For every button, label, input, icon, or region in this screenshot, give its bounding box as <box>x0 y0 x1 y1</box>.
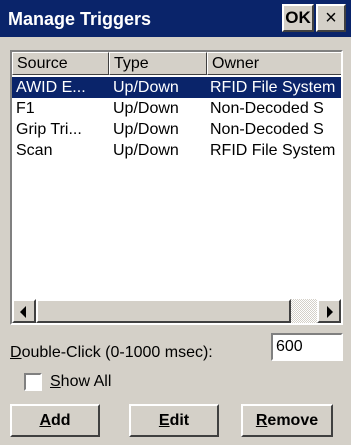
remove-label: emove <box>267 411 319 429</box>
double-click-label: Double-Click (0-1000 msec): <box>10 343 213 363</box>
arrow-left-icon <box>20 306 26 318</box>
column-header-type[interactable]: Type <box>109 52 207 75</box>
cell-type: Up/Down <box>113 79 179 96</box>
horizontal-scrollbar[interactable] <box>12 299 341 323</box>
cell-type: Up/Down <box>113 100 179 117</box>
cell-source: Scan <box>16 142 53 159</box>
scroll-track[interactable] <box>291 299 317 323</box>
arrow-right-icon <box>327 306 333 318</box>
list-row[interactable]: Scan Up/Down RFID File System <box>12 140 341 161</box>
edit-button[interactable]: Edit <box>129 404 219 437</box>
edit-hotkey: E <box>158 411 170 429</box>
double-click-label-text: ouble-Click (0-1000 msec): <box>21 344 213 361</box>
scroll-thumb[interactable] <box>36 299 291 323</box>
show-all-checkbox[interactable] <box>24 373 42 391</box>
scroll-right-button[interactable] <box>317 299 341 323</box>
show-all-label-text: how All <box>60 373 112 390</box>
cell-type: Up/Down <box>113 121 179 138</box>
double-click-hotkey: D <box>10 344 22 361</box>
double-click-input[interactable] <box>271 333 343 361</box>
column-header-source[interactable]: Source <box>12 52 109 75</box>
cell-owner: RFID File System <box>210 142 336 159</box>
scroll-left-button[interactable] <box>12 299 36 323</box>
edit-label: dit <box>169 411 190 429</box>
cell-source: Grip Tri... <box>16 121 82 138</box>
add-label: dd <box>51 411 71 429</box>
list-row[interactable]: F1 Up/Down Non-Decoded S <box>12 98 341 119</box>
cell-source: F1 <box>16 100 35 117</box>
window-title: Manage Triggers <box>8 9 152 29</box>
list-header: Source Type Owner <box>12 52 341 75</box>
cell-source: AWID E... <box>16 79 86 96</box>
add-hotkey: A <box>39 411 51 429</box>
show-all-hotkey: S <box>50 373 61 390</box>
add-button[interactable]: Add <box>10 404 100 437</box>
list-row[interactable]: Grip Tri... Up/Down Non-Decoded S <box>12 119 341 140</box>
show-all-label[interactable]: Show All <box>50 372 111 392</box>
close-button[interactable]: × <box>316 4 346 32</box>
ok-button[interactable]: OK <box>282 4 314 32</box>
cell-owner: Non-Decoded S <box>210 121 324 138</box>
remove-hotkey: R <box>255 411 268 429</box>
cell-type: Up/Down <box>113 142 179 159</box>
triggers-list[interactable]: Source Type Owner AWID E... Up/Down RFID… <box>10 50 343 325</box>
title-bar: Manage Triggers OK × <box>0 0 351 37</box>
remove-button[interactable]: Remove <box>241 404 333 437</box>
cell-owner: Non-Decoded S <box>210 100 324 117</box>
list-row[interactable]: AWID E... Up/Down RFID File System <box>12 77 341 98</box>
column-header-owner[interactable]: Owner <box>207 52 341 75</box>
cell-owner: RFID File System <box>210 79 336 96</box>
list-rows: AWID E... Up/Down RFID File System F1 Up… <box>12 77 341 161</box>
